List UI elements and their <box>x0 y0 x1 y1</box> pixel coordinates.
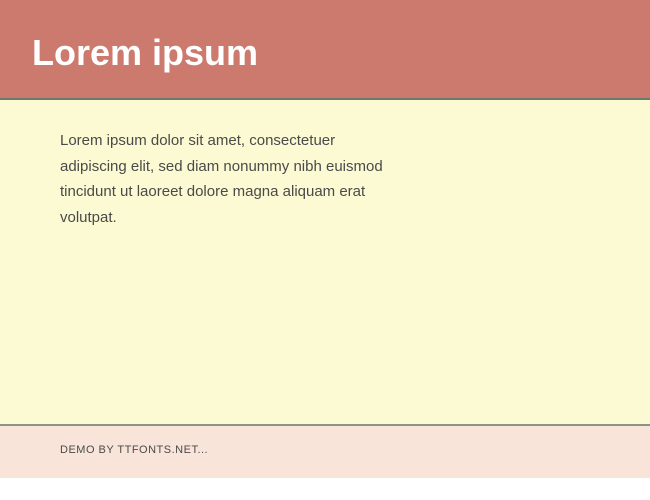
footer-attribution: DEMO BY TTFONTS.NET... <box>60 444 590 456</box>
body-paragraph: Lorem ipsum dolor sit amet, consectetuer… <box>60 128 400 230</box>
header-banner: Lorem ipsum <box>0 0 650 100</box>
page-title: Lorem ipsum <box>32 32 618 74</box>
content-area: Lorem ipsum dolor sit amet, consectetuer… <box>0 100 650 426</box>
footer-bar: DEMO BY TTFONTS.NET... <box>0 426 650 478</box>
